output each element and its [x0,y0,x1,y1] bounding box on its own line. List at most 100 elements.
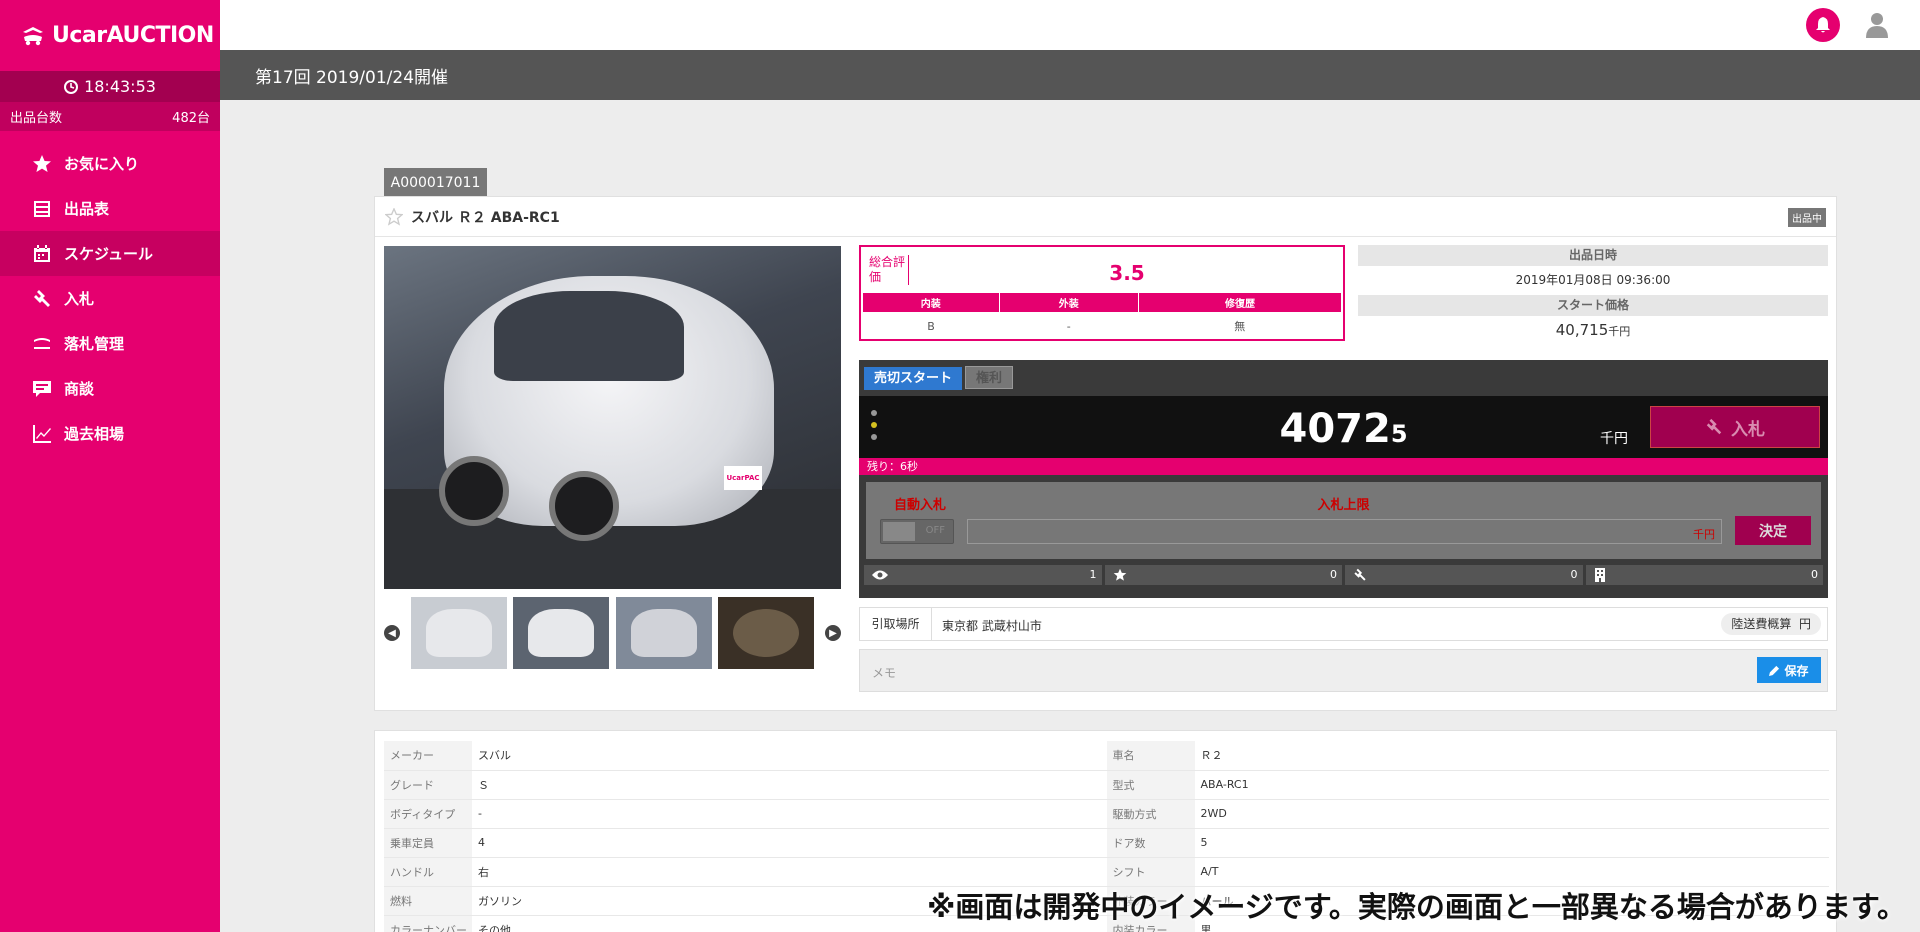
remaining-time: 残り：6秒 [859,458,1828,475]
detail-value: 右 [472,857,1107,887]
prev-arrow-icon[interactable]: ◀ [384,625,400,641]
nav-item-negotiation[interactable]: 商談 [0,366,220,411]
lot-header: スバル Ｒ２ ABA-RC1 [375,197,1836,237]
nav-item-market[interactable]: 過去相場 [0,411,220,456]
detail-value: スバル [472,741,1107,771]
start-price-unit: 千円 [1608,325,1631,338]
table-icon [34,200,50,217]
listing-count-label: 出品台数 [10,111,63,126]
detail-value: - [472,799,1107,829]
table-row: ハンドル右シフト A/T [384,857,1829,887]
user-icon [1866,13,1888,38]
rating-value: 無 [1234,320,1246,333]
hammer-icon [34,337,50,349]
bid-button-label: 入札 [1731,419,1765,440]
thumbnail[interactable] [411,597,507,669]
photo-car-window [494,291,684,381]
nav-item-listing[interactable]: 出品表 [0,186,220,231]
price-unit: 千円 [1600,431,1628,447]
detail-value: A/T [1194,857,1829,887]
table-row: メーカー スバル 車名 Ｒ２ [384,741,1829,771]
star-icon [33,154,51,172]
calendar-icon [34,244,50,262]
detail-key: 車名 [1106,741,1195,771]
nav-item-schedule[interactable]: スケジュール [0,231,220,276]
shipping-label: 陸送費概算 [1731,617,1792,631]
bell-icon [1816,17,1830,33]
rating-value: B [927,319,935,333]
memo-field[interactable]: メモ 保存 [859,649,1828,692]
stat-views: 1 [864,565,1102,585]
nav-label: スケジュール [64,245,153,263]
nav-label: 落札管理 [64,335,125,353]
rating-header: 修復歴 [1138,293,1341,312]
detail-value: Ｓ [472,770,1107,800]
price-main: 4072 [1279,406,1391,452]
stat-value: 0 [1570,568,1578,581]
start-price: 40,715千円 [1358,316,1828,345]
brand-logo[interactable]: UcarAUCTION [0,0,220,71]
shipping-unit: 円 [1798,617,1811,631]
tab-sell-start[interactable]: 売切スタート [864,367,963,390]
bid-button[interactable]: 入札 [1650,406,1820,448]
nav-label: 商談 [64,380,95,398]
tab-rights[interactable]: 権利 [965,366,1014,389]
save-label: 保存 [1784,663,1809,678]
rating-score: 3.5 [1109,261,1145,285]
eye-icon [872,570,888,580]
detail-key: 燃料 [384,886,472,916]
save-button[interactable]: 保存 [1757,657,1821,683]
session-title: 第17回 2019/01/24開催 [255,67,449,88]
detail-key: メーカー [384,741,472,771]
clock-time: 18:43:53 [84,77,156,96]
detail-value: ABA-RC1 [1194,770,1829,800]
toggle-state: OFF [925,525,945,536]
table-row: ボディタイプ - 駆動方式 2WD [384,799,1829,829]
stats-bar: 1 0 0 0 [864,565,1823,585]
nav-label: 入札 [64,290,95,308]
bid-tabs: 売切スタート 権利 [859,360,1828,396]
stat-dealers: 0 [1585,565,1823,585]
detail-value: 5 [1194,828,1829,858]
pencil-icon [1769,665,1780,676]
confirm-button[interactable]: 決定 [1735,516,1811,545]
start-price-label: スタート価格 [1358,295,1828,316]
notification-button[interactable] [1806,8,1840,42]
listed-date-value: 2019年01月08日 09:36:00 [1515,273,1671,287]
bid-limit-input[interactable]: 千円 [967,519,1722,544]
rating-label: 総合評価 [869,255,909,285]
thumbnail[interactable] [513,597,609,669]
rating-box: 総合評価 3.5 内装 外装 修復歴 B - 無 [859,245,1345,341]
user-menu-button[interactable] [1862,10,1892,40]
chat-icon [33,380,51,397]
thumbnail[interactable] [616,597,712,669]
favorite-star-icon[interactable] [385,207,403,226]
star-icon [1113,568,1126,581]
photo-wheel [549,471,619,541]
detail-key: ドア数 [1106,828,1195,858]
nav-item-favorites[interactable]: お気に入り [0,141,220,186]
car-logo-icon [23,26,43,45]
nav-item-won[interactable]: 落札管理 [0,321,220,366]
lot-id-tab: A000017011 [384,168,487,198]
main-car-photo[interactable]: UcarPAC [384,246,841,589]
next-arrow-icon[interactable]: ▶ [825,625,841,641]
status-badge: 出品中 [1788,208,1826,227]
nav-label: 出品表 [64,200,110,218]
sidebar: UcarAUCTION 18:43:53 出品台数 482台 お気に入り 出品表… [0,0,220,932]
detail-value: 4 [472,828,1107,858]
detail-value: Ｒ２ [1194,741,1829,771]
bid-limit-unit: 千円 [1693,528,1715,541]
memo-placeholder: メモ [872,666,897,680]
nav-label: お気に入り [64,155,140,173]
detail-key: ハンドル [384,857,472,887]
auto-bid-toggle[interactable]: OFF [880,519,954,544]
rating-header: 外装 [999,293,1140,312]
detail-key: シフト [1106,857,1195,887]
auto-bid-panel: 自動入札 入札上限 OFF 千円 決定 [866,482,1821,559]
shipping-estimate-button[interactable]: 陸送費概算 円 [1721,613,1821,635]
nav-item-bid[interactable]: 入札 [0,276,220,321]
price-small: 5 [1390,420,1408,448]
thumbnail[interactable] [718,597,814,669]
clock: 18:43:53 [0,71,220,102]
